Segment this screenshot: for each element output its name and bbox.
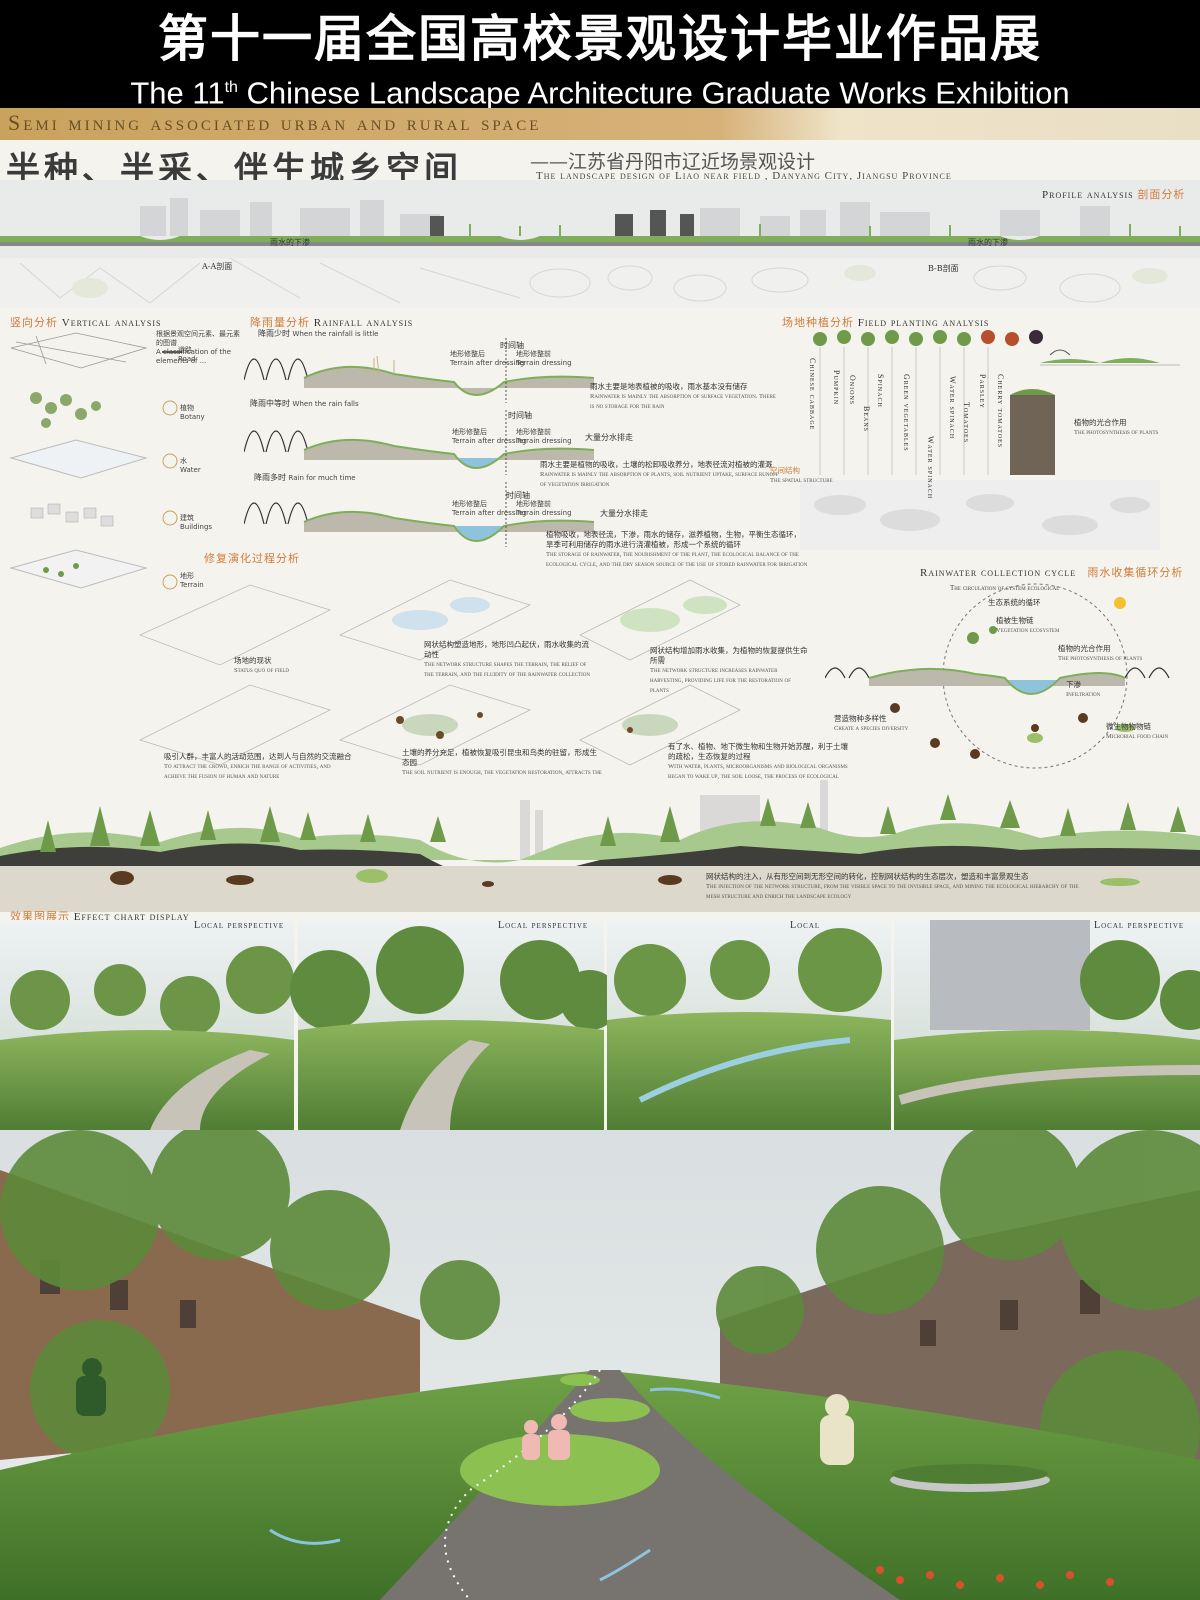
cycle-item-photosynthesis: 植物的光合作用 The photosynthesis of plants (1058, 644, 1143, 662)
repair-step-4: 吸引人群，丰富人的活动范围，达到人与自然的交流融合 To attract the … (164, 752, 352, 780)
perspective-label-3: Local (790, 920, 821, 931)
veg-onions: Onions (848, 375, 857, 406)
veg-water-spinach-1: Water spinach (926, 436, 935, 500)
cycle-item-infiltration: 下渗 Infiltration (1066, 680, 1101, 698)
rain-row1-tag-after: 地形修整后 Terrain after dressing (450, 350, 525, 367)
exhibition-title-en: The 11th Chinese Landscape Architecture … (130, 75, 1070, 111)
profile-note-2: 雨水的下渗 (968, 238, 1008, 247)
rain-row3-extra: 大量分水排走 (600, 509, 648, 518)
repair-step-2: 网状结构塑造地形，地形凹凸起伏，雨水收集的流动性 The network stru… (424, 640, 590, 678)
spatial-structure-label: 空间结构 The spatial structure (770, 466, 833, 484)
legend-botany: 植物 Botany (180, 404, 205, 421)
veg-spinach: Spinach (876, 374, 885, 408)
rain-row2-extra: 大量分水排走 (585, 433, 633, 442)
legend-road: 道路 Road (178, 346, 196, 363)
repair-step-1: 场地的现状 Status quo of field (234, 656, 290, 674)
rainwater-circ-label: The circulation of system ecological (950, 584, 1060, 592)
perspective-label-1: Local perspective (194, 920, 285, 931)
legend-water: 水 Water (180, 457, 201, 474)
rain-row3-note: 植物吸收，地表径流，下渗，雨水的储存，滋养植物，生物，平衡生态循环，旱季可利用储… (546, 530, 808, 568)
veg-tomatoes: Tomatoes (962, 402, 971, 444)
exhibition-title-cn: 第十一届全国高校景观设计毕业作品展 (158, 9, 1042, 68)
legend-buildings: 建筑 Buildings (180, 514, 213, 531)
section-aa-label: A-A剖面 (202, 262, 233, 271)
veg-water-spinach-2: Water spinach (948, 376, 957, 440)
rain-row2-axis: 时间轴 (508, 411, 532, 420)
site-plan-texture (0, 258, 1200, 308)
veg-beans: Beans (862, 406, 871, 433)
repair-step-3: 网状结构增加雨水收集，为植物的恢复提供生命所需 The network struc… (650, 646, 808, 694)
rain-row1-tag-before: 地形修整前 Terrain dressing (516, 350, 572, 367)
perspective-panel-1 (0, 920, 294, 1130)
section-note: 网状结构的注入，从有形空间到无形空间的转化，控制网状结构的生态层次，塑造和丰富景… (706, 872, 1079, 900)
exhibition-header: 第十一届全国高校景观设计毕业作品展 The 11th Chinese Lands… (0, 0, 1200, 111)
profile-section-drawing (0, 180, 1200, 260)
rain-row1-note: 雨水主要是地表植被的吸收，雨水基本没有储存 Rainwater is mainly… (590, 382, 776, 410)
effect-render-strip (0, 920, 1200, 1130)
perspective-label-2: Local perspective (498, 920, 589, 931)
theme-band-text: Semi mining associated urban and rural s… (8, 110, 542, 135)
perspective-panel-4 (894, 920, 1200, 1130)
vertical-layer-stack (9, 332, 148, 589)
section-bb-label: B-B剖面 (928, 264, 959, 273)
cycle-item-diversity: 营造物种多样性 Create a species diversity (834, 714, 909, 732)
theme-band: Semi mining associated urban and rural s… (0, 108, 1200, 140)
cycle-item-vegetation: 植被生物链 Vegetation ecosystem (996, 616, 1060, 634)
rain-row2-title: 降雨中等时 When the rain falls (250, 399, 359, 408)
cycle-item-ecosystem: 生态系统的循环 (988, 598, 1041, 607)
veg-pumpkin: Pumpkin (832, 370, 841, 406)
cycle-item-microbial: 微生物物物链 Microbial food chain (1106, 722, 1169, 740)
veg-parsley: Parsley (978, 374, 987, 409)
profile-note-1: 雨水的下渗 (270, 238, 310, 247)
rain-row2-tag-before: 地形修整前 Terrain dressing (516, 428, 572, 445)
profile-analysis-label: Profile analysis 剖面分析 (1042, 188, 1186, 201)
main-perspective-render (0, 1130, 1200, 1600)
perspective-panel-2 (290, 920, 620, 1130)
veg-chinese-cabbage: Chinese cabbage (808, 358, 817, 431)
veg-green-vegetables: Green vegetables (902, 374, 911, 452)
perspective-label-4: Local perspective (1094, 920, 1185, 931)
rain-row3-tag-before: 地形修整前 Terrain dressing (516, 500, 572, 517)
veg-cherry-tomatoes: Cherry tomatoes (996, 374, 1005, 449)
perspective-panel-3 (607, 920, 891, 1130)
legend-markers (162, 351, 182, 526)
photosynthesis-label: 植物的光合作用 The photosynthesis of plants (1074, 418, 1159, 436)
repair-evolution-label: 修复演化过程分析 (204, 552, 300, 565)
